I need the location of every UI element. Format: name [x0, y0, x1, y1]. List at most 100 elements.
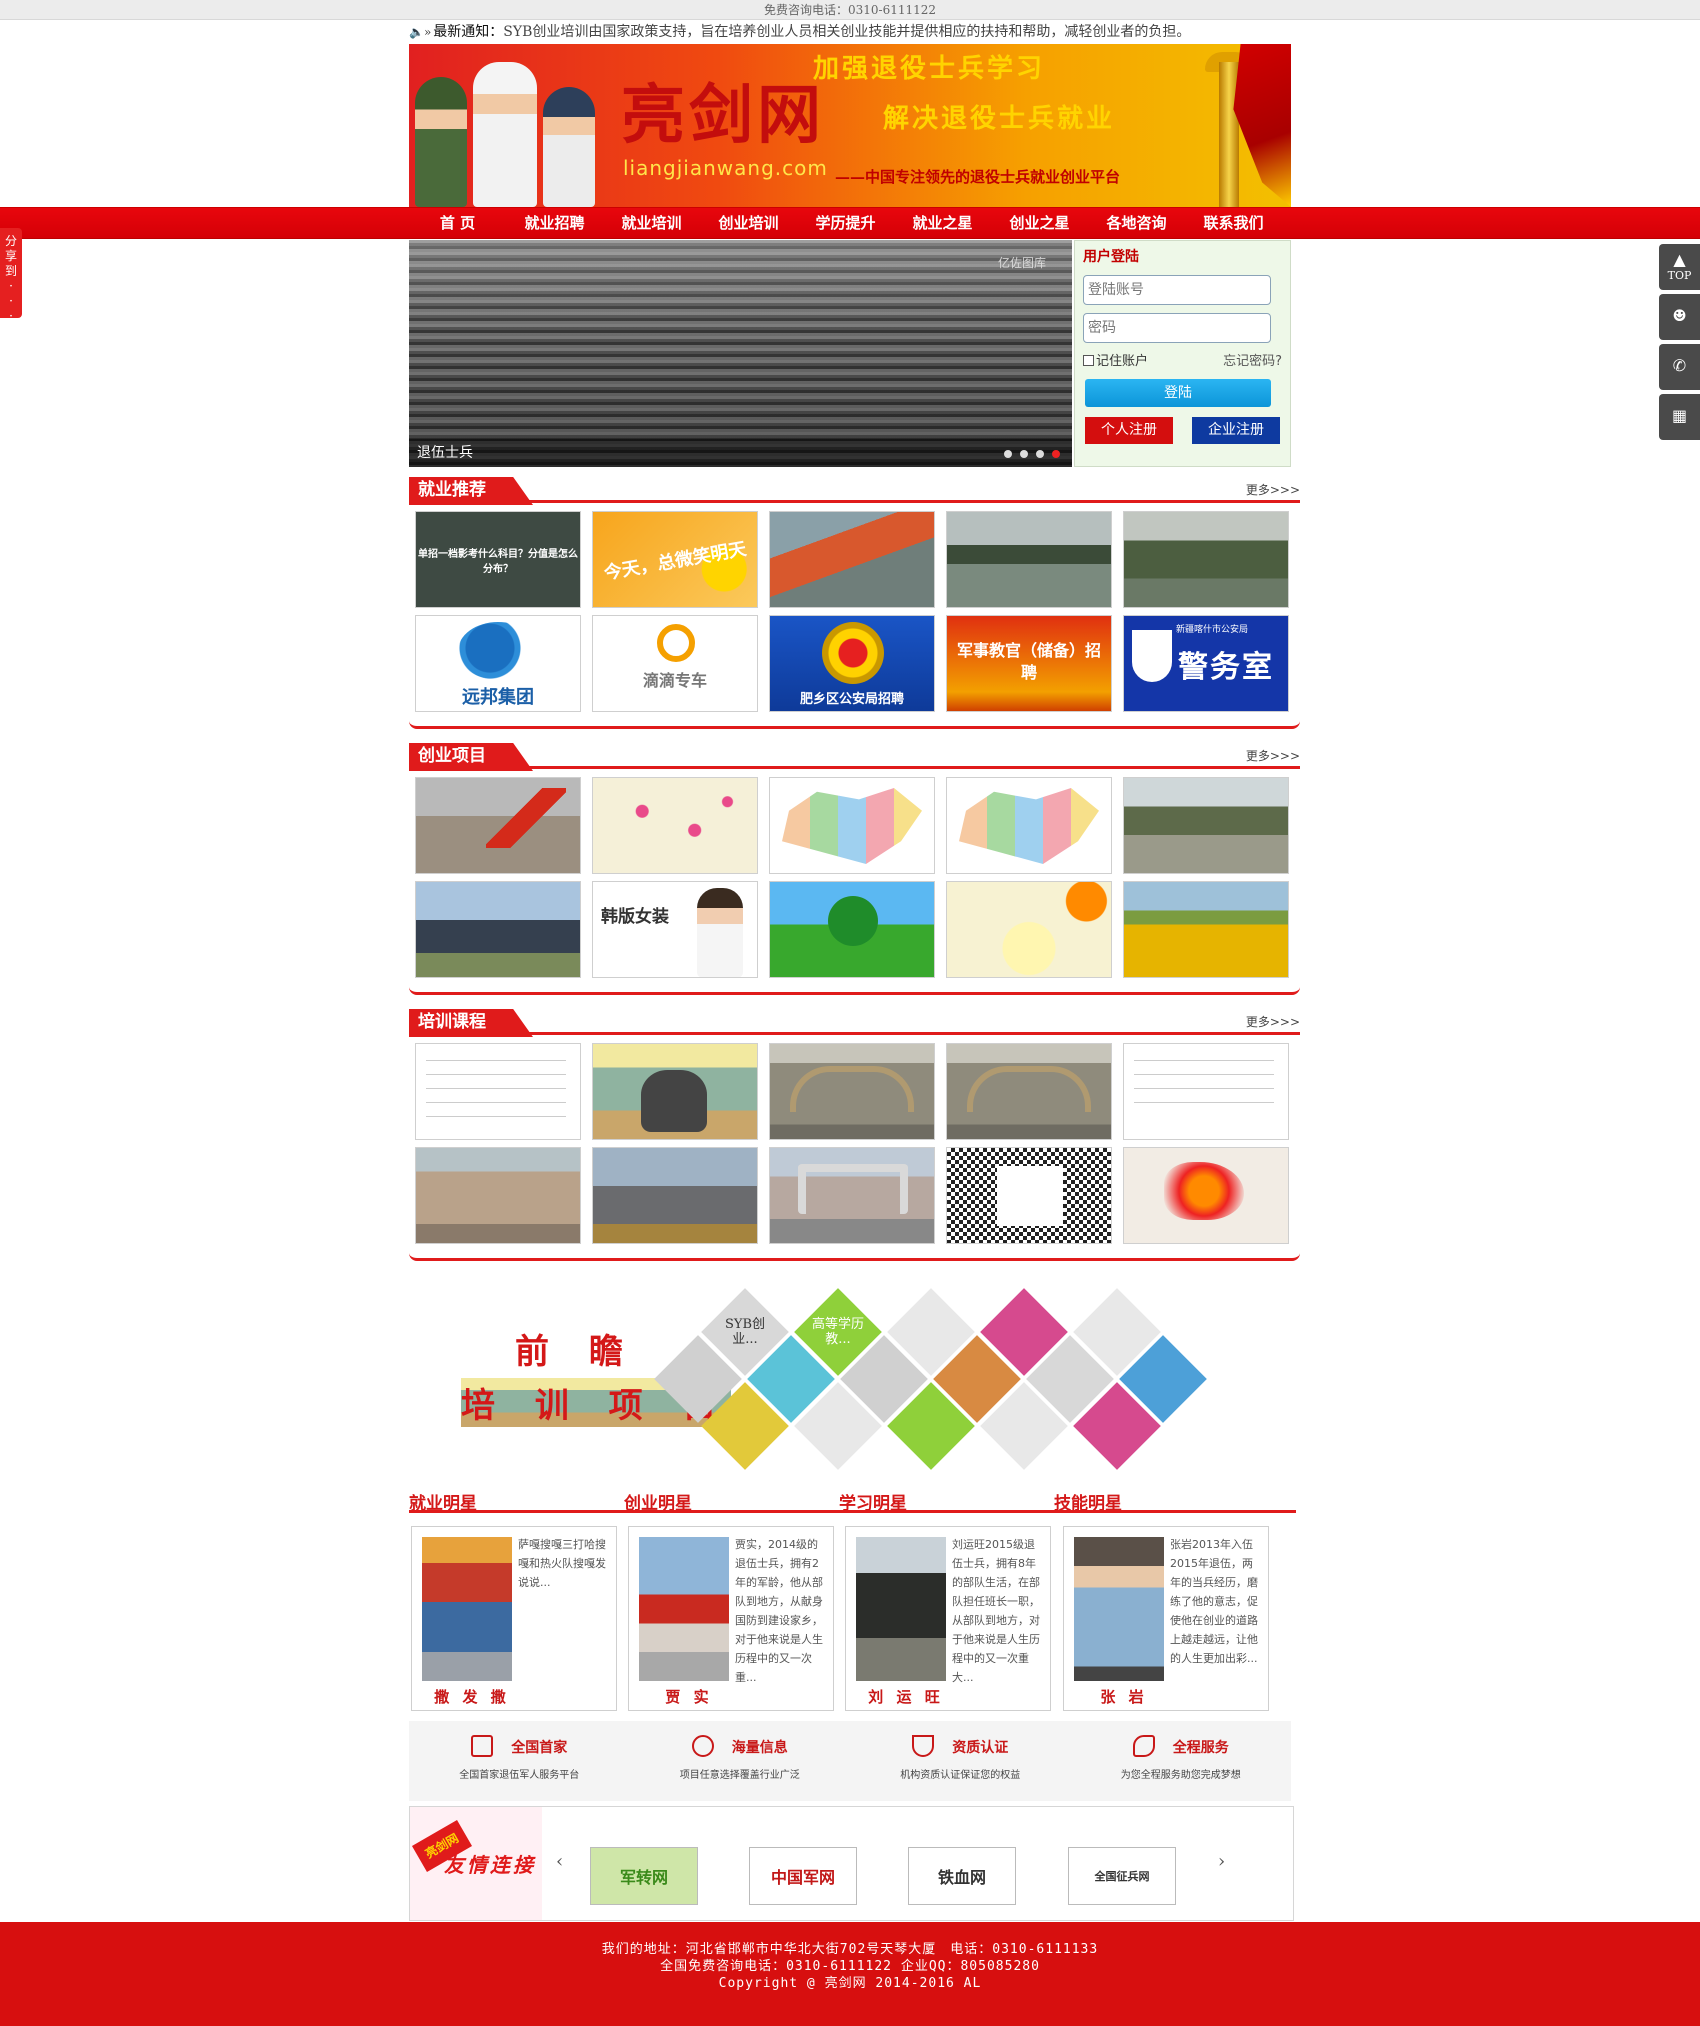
header-banner: 亮剑网 liangjianwang.com 加强退役士兵学习 解决退役士兵就业 …	[409, 44, 1291, 207]
star-text: 刘运旺2015级退伍士兵，拥有8年的部队生活，在部队担任班长一职，从部队到地方，…	[952, 1538, 1040, 1684]
startup-tile[interactable]	[946, 777, 1112, 874]
footer-hotline: 全国免费咨询电话：0310-6111122 企业QQ：805085280	[660, 1959, 1040, 1974]
training-tile[interactable]	[592, 1147, 758, 1244]
back-to-top-button[interactable]: ▲ TOP	[1659, 244, 1700, 290]
company-register-button[interactable]: 企业注册	[1192, 417, 1280, 444]
star-card[interactable]: 贾实，2014级的退伍士兵，拥有2年的军龄，他从部队到地方，从献身国防到建设家乡…	[628, 1526, 834, 1711]
login-button[interactable]: 登陆	[1085, 379, 1271, 407]
star-name: 贾 实	[665, 1688, 713, 1706]
training-tile[interactable]	[1123, 1043, 1289, 1140]
login-panel: 用户登陆 登陆账号 密码 记住账户 忘记密码? 登陆 个人注册 企业注册	[1074, 240, 1291, 467]
stars-heading: 技能明星	[1054, 1494, 1122, 1514]
notice-text[interactable]: SYB创业培训由国家政策支持，旨在培养创业人员相关创业技能并提供相应的扶持和帮助…	[503, 24, 1190, 40]
share-tab[interactable]: 分享到 · · ·	[0, 228, 22, 323]
star-card[interactable]: 张岩2013年入伍2015年退伍，两年的当兵经历，磨练了他的意志，促使他在创业的…	[1063, 1526, 1269, 1711]
startup-tile[interactable]	[415, 881, 581, 978]
job-tile[interactable]: 肥乡区公安局招聘	[769, 615, 935, 712]
startup-tile[interactable]	[769, 881, 935, 978]
star-card[interactable]: 萨嘎搜嘎三打哈搜嘎和热火队搜嘎发说说... 撒 发 撒	[411, 1526, 617, 1711]
startup-tile[interactable]	[1123, 881, 1289, 978]
login-title: 用户登陆	[1083, 249, 1139, 265]
soldiers-image	[415, 56, 605, 207]
nav-contact[interactable]: 联系我们	[1185, 208, 1282, 238]
training-tile[interactable]	[415, 1043, 581, 1140]
chevron-left-icon[interactable]: ‹	[556, 1851, 563, 1872]
footer-copyright: Copyright @ 亮剑网 2014-2016 AL	[718, 1976, 982, 1991]
section-startup: 创业项目 更多>>> 韩版女装	[409, 743, 1300, 995]
job-tile[interactable]: 今天，总微笑明天	[592, 511, 758, 608]
feature-item: 海量信息 项目任意选择覆盖行业广泛	[640, 1735, 840, 1801]
more-link[interactable]: 更多>>>	[1246, 1013, 1300, 1030]
book-icon	[471, 1735, 494, 1757]
startup-tile[interactable]	[769, 777, 935, 874]
password-input[interactable]: 密码	[1083, 313, 1271, 343]
training-tile[interactable]	[592, 1043, 758, 1140]
banner-slogan-1: 加强退役士兵学习	[813, 54, 1046, 84]
account-input[interactable]: 登陆账号	[1083, 275, 1271, 305]
hotline-text: 免费咨询电话：0310-6111122	[763, 3, 937, 17]
star-photo	[856, 1537, 946, 1681]
job-tile[interactable]	[946, 511, 1112, 608]
training-tile[interactable]	[946, 1043, 1112, 1140]
friend-link[interactable]: 军转网	[590, 1847, 698, 1905]
startup-tile[interactable]	[415, 777, 581, 874]
qrcode-button[interactable]: ▦	[1659, 394, 1700, 440]
hero-slider[interactable]: 亿佐图库 退伍士兵	[409, 240, 1072, 467]
training-tile[interactable]	[415, 1147, 581, 1244]
more-link[interactable]: 更多>>>	[1246, 481, 1300, 498]
star-text: 贾实，2014级的退伍士兵，拥有2年的军龄，他从部队到地方，从献身国防到建设家乡…	[735, 1538, 823, 1684]
chevron-right-icon[interactable]: ›	[1218, 1851, 1225, 1872]
more-link[interactable]: 更多>>>	[1246, 747, 1300, 764]
star-text: 萨嘎搜嘎三打哈搜嘎和热火队搜嘎发说说...	[518, 1538, 606, 1589]
startup-tile[interactable]	[1123, 777, 1289, 874]
startup-tile[interactable]	[946, 881, 1112, 978]
friend-links: 亮剑网 友情连接 ‹ 军转网 中国军网 铁血网 全国征兵网 ›	[409, 1806, 1294, 1921]
phone-icon: ✆	[1672, 356, 1687, 375]
job-tile[interactable]: 新疆喀什市公安局 警务室	[1123, 615, 1289, 712]
job-tile[interactable]: 远邦集团	[415, 615, 581, 712]
nav-local-consult[interactable]: 各地咨询	[1088, 208, 1185, 238]
qq-button[interactable]: ☻	[1659, 294, 1700, 340]
nav-job-recruit[interactable]: 就业招聘	[506, 208, 603, 238]
training-tile[interactable]	[1123, 1147, 1289, 1244]
remember-checkbox[interactable]	[1083, 355, 1094, 366]
nav-startup-stars[interactable]: 创业之星	[991, 208, 1088, 238]
personal-register-button[interactable]: 个人注册	[1085, 417, 1173, 444]
slider-dot-active[interactable]	[1052, 450, 1060, 458]
site-logo[interactable]: 亮剑网	[621, 84, 825, 148]
slider-dot[interactable]	[1004, 450, 1012, 458]
nav-job-stars[interactable]: 就业之星	[894, 208, 991, 238]
job-tile[interactable]: 滴滴专车	[592, 615, 758, 712]
banner-slogan-2: 解决退役士兵就业	[883, 104, 1116, 134]
friend-link[interactable]: 铁血网	[908, 1847, 1016, 1905]
job-tile[interactable]: 军事教官（储备）招 聘	[946, 615, 1112, 712]
slider-dot[interactable]	[1020, 450, 1028, 458]
training-tile[interactable]	[946, 1147, 1112, 1244]
arrow-up-icon: ▲	[1673, 250, 1686, 269]
star-card[interactable]: 刘运旺2015级退伍士兵，拥有8年的部队生活，在部队担任班长一职，从部队到地方，…	[845, 1526, 1051, 1711]
friend-link[interactable]: 全国征兵网	[1068, 1847, 1176, 1905]
forgot-password-link[interactable]: 忘记密码?	[1223, 350, 1282, 369]
main-nav: 首 页 就业招聘 就业培训 创业培训 学历提升 就业之星 创业之星 各地咨询 联…	[0, 207, 1700, 239]
training-tile[interactable]	[769, 1147, 935, 1244]
nav-startup-training[interactable]: 创业培训	[700, 208, 797, 238]
friend-link[interactable]: 中国军网	[749, 1847, 857, 1905]
startup-tile[interactable]	[592, 777, 758, 874]
star-name: 撒 发 撒	[434, 1688, 510, 1706]
feature-item: 全程服务 为您全程服务助您完成梦想	[1081, 1735, 1281, 1801]
footer: 我们的地址：河北省邯郸市中华北大街702号天琴大厦 电话：0310-611113…	[0, 1922, 1700, 2026]
slider-dot[interactable]	[1036, 450, 1044, 458]
job-tile[interactable]	[1123, 511, 1289, 608]
nav-education[interactable]: 学历提升	[797, 208, 894, 238]
nav-home[interactable]: 首 页	[409, 208, 506, 238]
nav-job-training[interactable]: 就业培训	[603, 208, 700, 238]
startup-tile[interactable]: 韩版女装	[592, 881, 758, 978]
stars-heading: 就业明星	[409, 1494, 477, 1514]
training-tile[interactable]	[769, 1043, 935, 1140]
feature-item: 资质认证 机构资质认证保证您的权益	[860, 1735, 1060, 1801]
top-hotline-bar: 免费咨询电话：0310-6111122	[0, 0, 1700, 20]
phone-button[interactable]: ✆	[1659, 344, 1700, 390]
job-tile[interactable]: 单招一档影考什么科目？分值是怎么分布？	[415, 511, 581, 608]
star-photo	[639, 1537, 729, 1681]
job-tile[interactable]	[769, 511, 935, 608]
